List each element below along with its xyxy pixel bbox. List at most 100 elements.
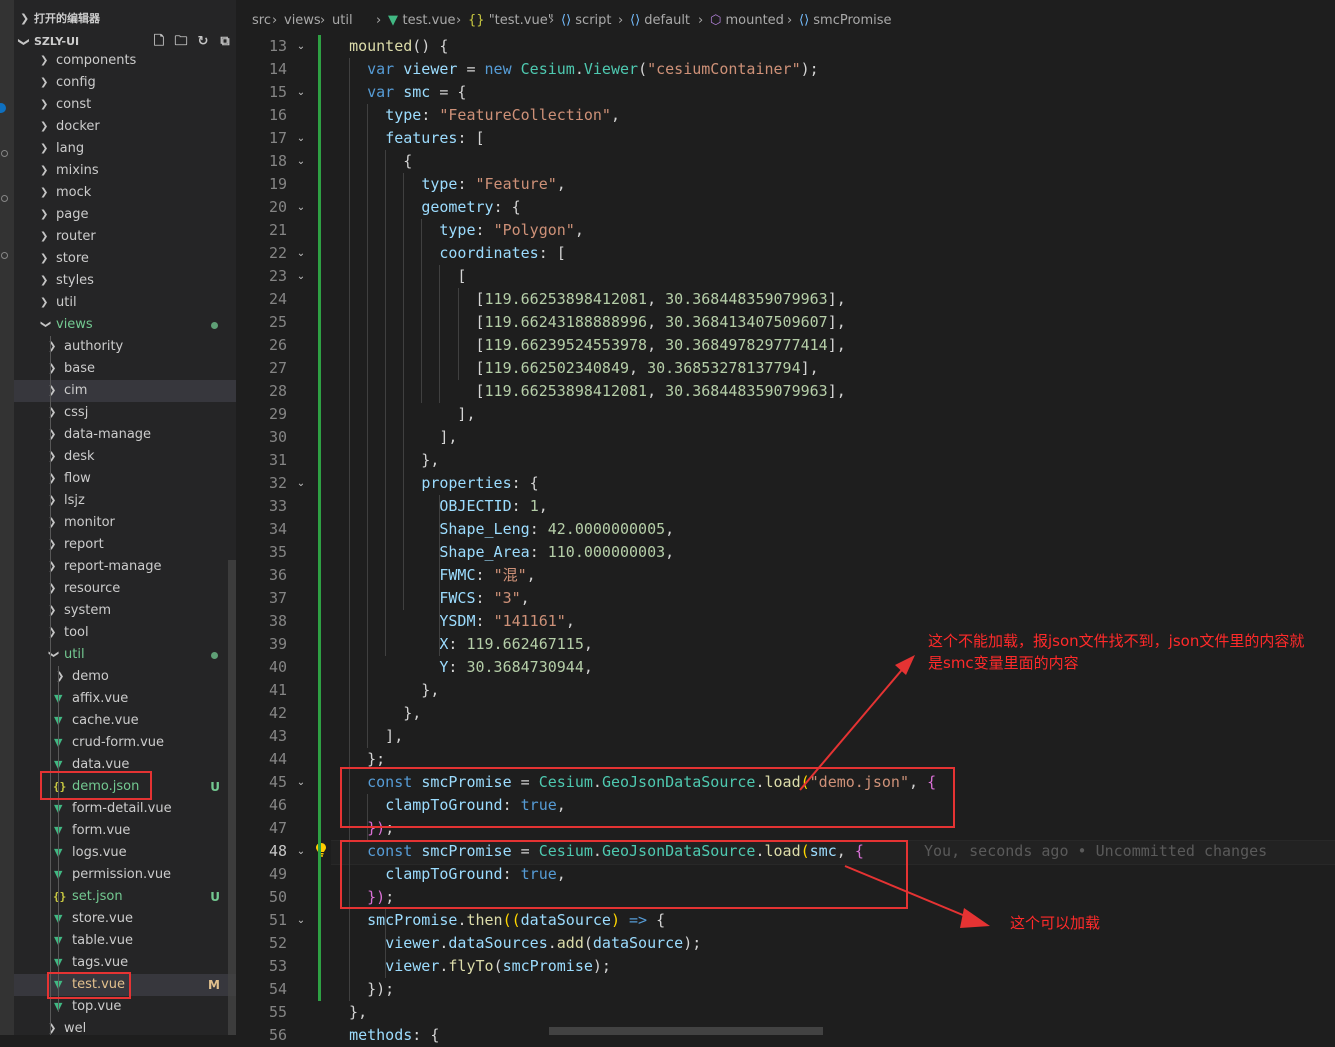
folder-item[interactable]: ❯ docker [14, 116, 236, 138]
code-token: "混" [493, 566, 527, 584]
fold-chevron-icon[interactable]: ⌄ [294, 150, 308, 173]
file-item[interactable]: ▼cache.vue [14, 710, 236, 732]
folder-item[interactable]: ❯ desk [14, 446, 236, 468]
file-item[interactable]: ▼form-detail.vue [14, 798, 236, 820]
code-token: , [647, 336, 666, 354]
file-item[interactable]: ▼logs.vue [14, 842, 236, 864]
folder-item[interactable]: ❯ util [14, 644, 236, 666]
code-token: "3" [493, 589, 521, 607]
breadcrumb-item[interactable]: ⬡ mounted [710, 10, 784, 32]
activity-icon[interactable] [1, 195, 8, 202]
folder-item[interactable]: ❯ page [14, 204, 236, 226]
folder-item[interactable]: ❯ config [14, 72, 236, 94]
file-item[interactable]: ▼form.vue [14, 820, 236, 842]
code-line: FWCS: "3", [331, 587, 529, 610]
new-file-icon[interactable]: 🗋 [152, 35, 166, 49]
git-change-marker [318, 311, 321, 334]
chevron-down-icon: ❯ [17, 37, 31, 47]
code-token: : [529, 520, 548, 538]
fold-chevron-icon[interactable]: ⌄ [294, 196, 308, 219]
folder-item[interactable]: ❯ monitor [14, 512, 236, 534]
folder-item[interactable]: ❯ report-manage [14, 556, 236, 578]
file-item[interactable]: ▼top.vue [14, 996, 236, 1018]
activity-icon[interactable] [1, 150, 8, 157]
folder-item[interactable]: ❯ router [14, 226, 236, 248]
new-folder-icon[interactable]: 🗀 [174, 35, 188, 49]
folder-item[interactable]: ❯ demo [14, 666, 236, 688]
code-token: , [556, 175, 566, 193]
file-item[interactable]: ▼affix.vue [14, 688, 236, 710]
tree-indent-guide [58, 666, 59, 1012]
folder-item[interactable]: ❯ authority [14, 336, 236, 358]
folder-item[interactable]: ❯ util [14, 292, 236, 314]
folder-item[interactable]: ❯ lang [14, 138, 236, 160]
folder-item[interactable]: ❯ cssj [14, 402, 236, 424]
fold-chevron-icon[interactable]: ⌄ [294, 81, 308, 104]
fold-chevron-icon[interactable]: ⌄ [294, 127, 308, 150]
folder-item[interactable]: ❯ data-manage [14, 424, 236, 446]
folder-item[interactable]: ❯ const [14, 94, 236, 116]
fold-chevron-icon[interactable]: ⌄ [294, 771, 308, 794]
folder-item[interactable]: ❯ components [14, 50, 236, 72]
folder-item[interactable]: ❯ styles [14, 270, 236, 292]
folder-item[interactable]: ❯ store [14, 248, 236, 270]
folder-item[interactable]: ❯ wel [14, 1018, 236, 1035]
fold-chevron-icon[interactable]: ⌄ [294, 265, 308, 288]
code-token: type [385, 106, 422, 124]
sidebar-scrollbar[interactable] [228, 560, 236, 1035]
chevron-right-icon: ❯ [40, 209, 49, 220]
breadcrumb-symbol-icon: ⟨⟩ [799, 13, 814, 28]
git-change-marker [318, 495, 321, 518]
horizontal-scrollbar[interactable] [549, 1027, 823, 1035]
folder-item[interactable]: ❯ report [14, 534, 236, 556]
folder-item[interactable]: ❯ flow [14, 468, 236, 490]
breadcrumb-item[interactable]: {} "test.vue" [468, 10, 554, 32]
folder-item[interactable]: ❯ base [14, 358, 236, 380]
code-line: viewer.flyTo(smcPromise); [331, 955, 611, 978]
breadcrumb-item[interactable]: ⟨⟩ script [561, 10, 612, 32]
fold-chevron-icon[interactable]: ⌄ [294, 242, 308, 265]
fold-chevron-icon[interactable]: ⌄ [294, 472, 308, 495]
git-change-marker [318, 449, 321, 472]
code-token: , [583, 635, 593, 653]
breadcrumb-item[interactable]: views [284, 10, 321, 32]
folder-item[interactable]: ❯ lsjz [14, 490, 236, 512]
code-token: then [466, 911, 503, 929]
folder-item[interactable]: ❯ views [14, 314, 236, 336]
folder-item[interactable]: ❯ cim [14, 380, 236, 402]
refresh-icon[interactable]: ↻ [196, 35, 210, 49]
breadcrumb-item[interactable]: src [252, 10, 271, 32]
file-item[interactable]: ▼store.vue [14, 908, 236, 930]
code-line: properties: { [331, 472, 538, 495]
line-number: 52 [268, 934, 287, 952]
breadcrumb-item[interactable]: util [332, 10, 353, 32]
tree-item-label: const [56, 97, 92, 112]
file-item[interactable]: ▼permission.vue [14, 864, 236, 886]
file-item[interactable]: ▼crud-form.vue [14, 732, 236, 754]
collapse-all-icon[interactable]: ⧉ [218, 35, 232, 49]
folder-item[interactable]: ❯ resource [14, 578, 236, 600]
code-line: smcPromise.then((dataSource) => { [331, 909, 665, 932]
code-token: "Feature" [475, 175, 557, 193]
breadcrumb-label: src [252, 13, 271, 28]
code-token: dataSources [448, 934, 548, 952]
breadcrumb-item[interactable]: ⟨⟩ smcPromise [799, 10, 892, 32]
file-item[interactable]: {} set.json U [14, 886, 236, 908]
code-token: geometry [421, 198, 494, 216]
breadcrumb-item[interactable]: ⟨⟩ default [630, 10, 690, 32]
file-item[interactable]: ▼table.vue [14, 930, 236, 952]
fold-chevron-icon[interactable]: ⌄ [294, 35, 308, 58]
open-editors-section[interactable]: ❯ 打开的编辑器 [14, 8, 236, 30]
lightbulb-icon[interactable] [315, 842, 327, 858]
folder-item[interactable]: ❯ tool [14, 622, 236, 644]
activity-icon[interactable] [1, 252, 8, 259]
code-line: [ [331, 265, 466, 288]
breadcrumb-label: views [284, 13, 321, 28]
folder-item[interactable]: ❯ mixins [14, 160, 236, 182]
breadcrumb-item[interactable]: ▼ test.vue [388, 10, 456, 32]
folder-item[interactable]: ❯ system [14, 600, 236, 622]
fold-chevron-icon[interactable]: ⌄ [294, 909, 308, 932]
file-item[interactable]: ▼tags.vue [14, 952, 236, 974]
folder-item[interactable]: ❯ mock [14, 182, 236, 204]
fold-chevron-icon[interactable]: ⌄ [294, 840, 308, 863]
